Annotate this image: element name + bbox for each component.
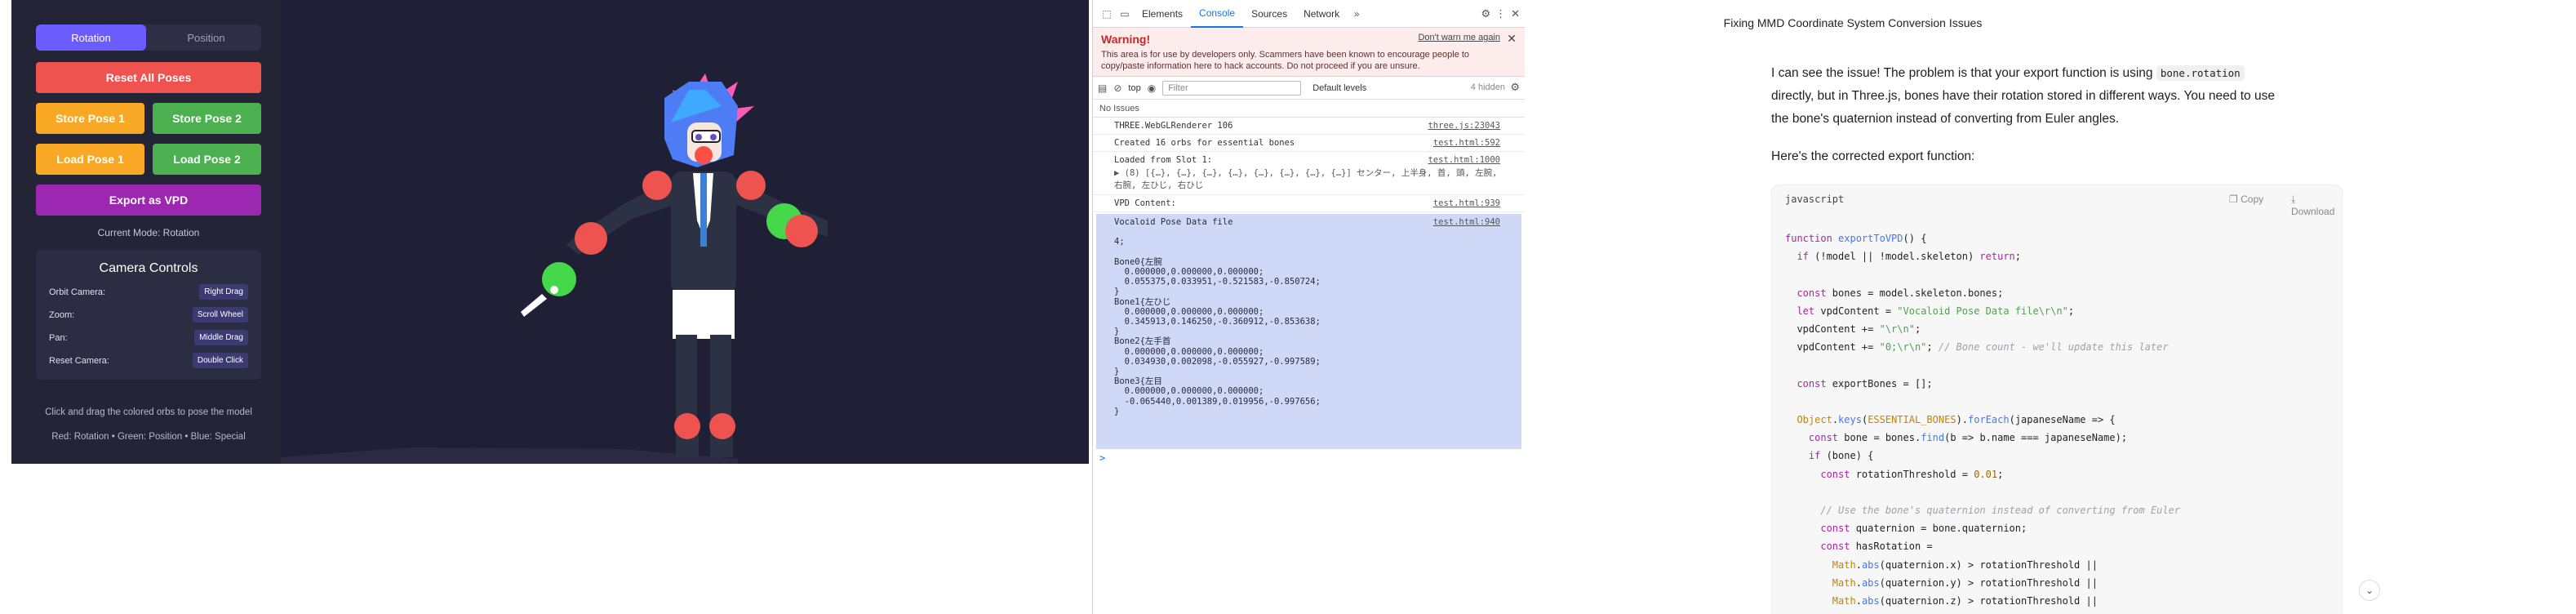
camera-controls-box: Camera Controls Orbit Camera: Right Drag… [36, 250, 261, 380]
code-block: javascript ❐ Copy ⤓ Download function ex… [1771, 185, 2343, 614]
devtools-panel: ⬚ ▭ Elements Console Sources Network » ⚙… [1092, 0, 1525, 614]
log-expandable-array[interactable]: ▶ (8) [{…}, {…}, {…}, {…}, {…}, {…}, {…}… [1114, 167, 1502, 191]
load-pose-1-button[interactable]: Load Pose 1 [36, 144, 144, 175]
export-vpd-button[interactable]: Export as VPD [36, 185, 261, 216]
camera-row-orbit: Orbit Camera: Right Drag [49, 284, 248, 300]
copy-label: Copy [2241, 194, 2264, 205]
clear-console-icon[interactable]: ⊘ [1113, 82, 1121, 94]
camera-row-reset: Reset Camera: Double Click [49, 353, 248, 368]
eye-icon[interactable]: ◉ [1148, 82, 1156, 94]
camera-row-key: Right Drag [199, 284, 248, 300]
camera-row-pan: Pan: Middle Drag [49, 330, 248, 345]
close-warning-icon[interactable]: ✕ [1507, 32, 1517, 46]
store-pose-2-button[interactable]: Store Pose 2 [153, 103, 261, 134]
orb-legend: Red: Rotation • Green: Position • Blue: … [51, 432, 246, 442]
tab-sources[interactable]: Sources [1243, 0, 1295, 28]
camera-row-label: Zoom: [49, 309, 75, 320]
chat-panel: Fixing MMD Coordinate System Conversion … [1526, 0, 2576, 614]
issues-bar[interactable]: No Issues [1093, 100, 1525, 118]
warning-text: This area is for use by developers only.… [1101, 50, 1470, 71]
filter-input[interactable]: Filter [1162, 80, 1302, 96]
pose-hint: Click and drag the colored orbs to pose … [45, 407, 252, 417]
camera-row-key: Double Click [192, 353, 248, 368]
current-mode-label: Current Mode: Rotation [97, 227, 200, 238]
paragraph-text: directly, but in Three.js, bones have th… [1771, 89, 2275, 126]
character-model[interactable] [281, 0, 1089, 464]
assistant-paragraph: I can see the issue! The problem is that… [1771, 62, 2277, 131]
devtools-tabbar: ⬚ ▭ Elements Console Sources Network » ⚙… [1093, 0, 1525, 28]
inspect-icon[interactable]: ⬚ [1098, 6, 1116, 22]
console-warning-banner: Warning! This area is for use by develop… [1093, 28, 1525, 77]
chevron-down-icon: ⌄ [2365, 585, 2374, 596]
code-content: function exportToVPD() { if (!model || !… [1785, 233, 2257, 614]
camera-controls-title: Camera Controls [99, 261, 198, 275]
code-language-label: javascript [1785, 194, 1845, 205]
camera-row-label: Reset Camera: [49, 355, 109, 366]
download-label: Download [2291, 206, 2335, 217]
tab-console[interactable]: Console [1191, 0, 1244, 28]
levels-dropdown[interactable]: Default levels [1312, 83, 1366, 93]
conversation-title[interactable]: Fixing MMD Coordinate System Conversion … [1526, 16, 2179, 29]
load-pose-2-button[interactable]: Load Pose 2 [153, 144, 261, 175]
vpd-content: Vocaloid Pose Data file 4; Bone0{左腕 0.00… [1114, 217, 1321, 416]
scroll-down-button[interactable]: ⌄ [2359, 580, 2380, 601]
mode-tabs: Rotation Position [36, 24, 261, 51]
sidebar-toggle-icon[interactable]: ▤ [1098, 82, 1107, 94]
log-source-link[interactable]: test.html:940 [1433, 217, 1500, 227]
console-log: VPD Content: test.html:939 [1093, 195, 1525, 212]
assistant-paragraph: Here's the corrected export function: [1771, 149, 1975, 163]
settings-gear-icon[interactable]: ⚙ [1481, 7, 1490, 20]
camera-row-key: Middle Drag [194, 330, 248, 345]
camera-row-key: Scroll Wheel [192, 307, 248, 323]
log-source-link[interactable]: three.js:23043 [1428, 121, 1500, 131]
store-pose-1-button[interactable]: Store Pose 1 [36, 103, 144, 134]
paragraph-text: I can see the issue! The problem is that… [1771, 66, 2156, 80]
3d-viewport[interactable] [281, 0, 1089, 464]
context-select[interactable]: top [1128, 83, 1140, 93]
console-filter-bar: ▤ ⊘ top ◉ Filter Default levels 4 hidden… [1093, 77, 1525, 100]
more-tabs-icon[interactable]: » [1348, 6, 1366, 22]
download-button[interactable]: ⤓ Download [2291, 194, 2342, 217]
vpd-output-log[interactable]: test.html:940 Vocaloid Pose Data file 4; … [1096, 214, 1521, 449]
console-log: Created 16 orbs for essential bones test… [1093, 135, 1525, 152]
control-panel: Rotation Position Reset All Poses Store … [11, 0, 281, 464]
tab-position[interactable]: Position [151, 24, 261, 51]
console-log: THREE.WebGLRenderer 106 three.js:23043 [1093, 118, 1525, 135]
copy-icon: ❐ [2229, 194, 2238, 205]
kebab-menu-icon[interactable]: ⋮ [1495, 7, 1506, 20]
tab-elements[interactable]: Elements [1134, 0, 1191, 28]
camera-row-zoom: Zoom: Scroll Wheel [49, 307, 248, 323]
log-source-link[interactable]: test.html:592 [1433, 138, 1500, 148]
hidden-count: 4 hidden [1470, 82, 1505, 92]
device-toggle-icon[interactable]: ▭ [1116, 6, 1134, 22]
reset-all-poses-button[interactable]: Reset All Poses [36, 62, 261, 93]
copy-button[interactable]: ❐ Copy [2229, 194, 2263, 205]
log-text: VPD Content: [1114, 198, 1176, 208]
close-devtools-icon[interactable]: ✕ [1511, 7, 1520, 20]
console-log: Loaded from Slot 1: ▶ (8) [{…}, {…}, {…}… [1093, 152, 1525, 195]
camera-row-label: Pan: [49, 332, 68, 343]
log-text: THREE.WebGLRenderer 106 [1114, 121, 1233, 131]
camera-row-label: Orbit Camera: [49, 287, 106, 297]
console-prompt-input[interactable]: > [1093, 449, 1525, 467]
tab-rotation[interactable]: Rotation [36, 24, 146, 51]
tab-network[interactable]: Network [1295, 0, 1348, 28]
log-text: Created 16 orbs for essential bones [1114, 138, 1295, 148]
console-settings-icon[interactable]: ⚙ [1510, 81, 1520, 94]
log-source-link[interactable]: test.html:939 [1433, 198, 1500, 208]
inline-code: bone.rotation [2156, 65, 2245, 81]
download-icon: ⤓ [2291, 194, 2296, 205]
dont-warn-link[interactable]: Don't warn me again [1418, 33, 1500, 42]
log-source-link[interactable]: test.html:1000 [1428, 155, 1500, 165]
app-window: Rotation Position Reset All Poses Store … [11, 0, 1089, 464]
